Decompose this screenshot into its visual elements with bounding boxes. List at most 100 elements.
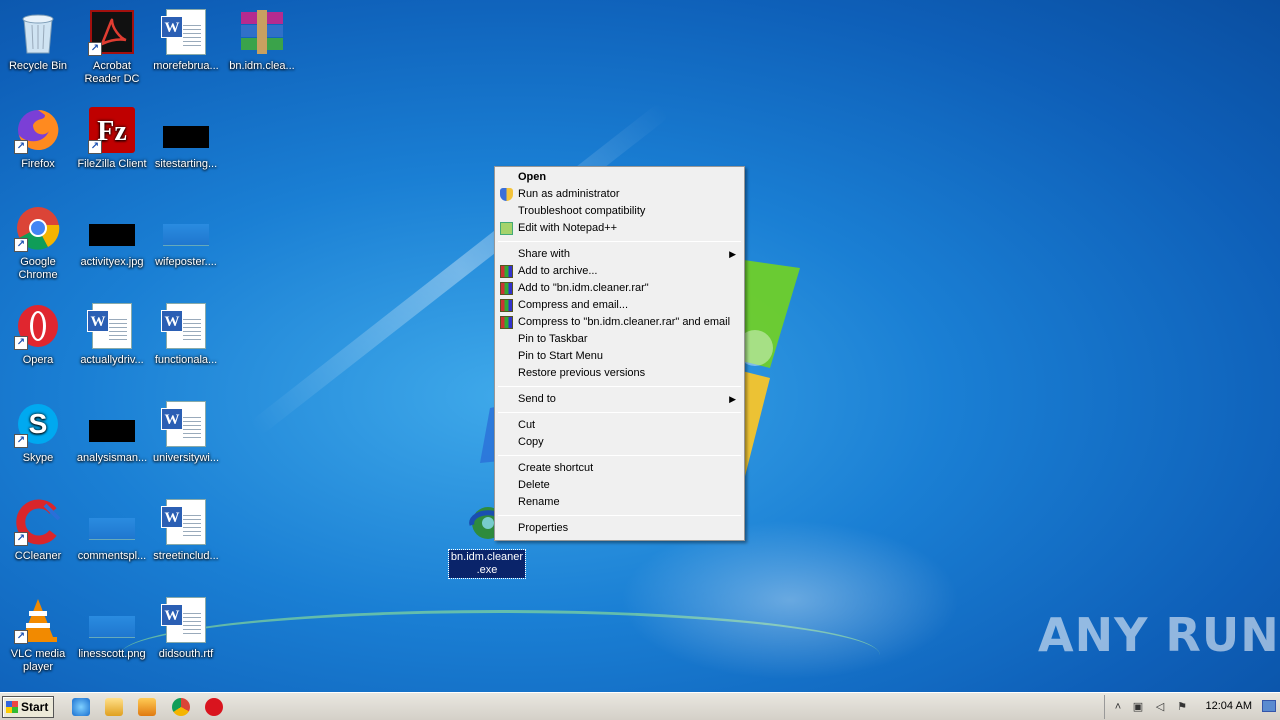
menu-item-troubleshoot-compatibility[interactable]: Troubleshoot compatibility [497, 203, 742, 220]
winrar-icon [500, 316, 513, 329]
menu-item-label: Properties [518, 522, 569, 534]
menu-item-label: Pin to Taskbar [518, 333, 588, 345]
menu-item-compress-and-email[interactable]: Compress and email... [497, 297, 742, 314]
recycle-bin-icon[interactable]: Recycle Bin [0, 8, 76, 73]
image-thumbnail-icon [88, 204, 136, 252]
menu-item-edit-with-notepadpp[interactable]: Edit with Notepad++ [497, 220, 742, 237]
menu-item-label: Add to "bn.idm.cleaner.rar" [518, 282, 649, 294]
menu-item-send-to[interactable]: Send to ▶ [497, 391, 742, 408]
icon-label: linesscott.png [78, 648, 146, 660]
media-player-icon[interactable] [138, 698, 156, 716]
icon-label: wifeposter.... [155, 256, 217, 268]
clock[interactable]: 12:04 AM [1206, 700, 1252, 712]
menu-item-delete[interactable]: Delete [497, 477, 742, 494]
chrome-shortcut[interactable]: ↗ Google Chrome [0, 204, 76, 282]
opera-shortcut[interactable]: ↗ Opera [0, 302, 76, 367]
menu-item-cut[interactable]: Cut [497, 417, 742, 434]
menu-item-pin-to-taskbar[interactable]: Pin to Taskbar [497, 331, 742, 348]
menu-item-label: Create shortcut [518, 462, 594, 474]
menu-item-create-shortcut[interactable]: Create shortcut [497, 460, 742, 477]
menu-item-label: Send to [518, 393, 556, 405]
bn-idm-clea-archive[interactable]: bn.idm.clea... [224, 8, 300, 73]
wallpaper-glow [620, 520, 960, 680]
acrobat-icon: ↗ [88, 8, 136, 56]
image-thumbnail-icon [162, 204, 210, 252]
shortcut-arrow-icon: ↗ [88, 140, 102, 154]
icon-label: analysisman... [76, 452, 148, 464]
icon-label: actuallydriv... [80, 354, 144, 366]
menu-item-pin-to-start-menu[interactable]: Pin to Start Menu [497, 348, 742, 365]
menu-item-label: Add to archive... [518, 265, 598, 277]
shortcut-arrow-icon: ↗ [14, 336, 28, 350]
filezilla-icon: Fz ↗ [88, 106, 136, 154]
morefebrua-file[interactable]: W morefebrua... [148, 8, 224, 73]
functionala-file[interactable]: W functionala... [148, 302, 224, 367]
acrobat-shortcut[interactable]: ↗ Acrobat Reader DC [74, 8, 150, 86]
menu-item-label: Copy [518, 436, 544, 448]
menu-separator [498, 386, 741, 387]
menu-item-label: Rename [518, 496, 560, 508]
menu-item-label: Pin to Start Menu [518, 350, 603, 362]
menu-item-label: Cut [518, 419, 536, 431]
universitywi-file[interactable]: W universitywi... [148, 400, 224, 465]
chrome-taskbar-icon[interactable] [172, 698, 190, 716]
image-thumbnail-icon [88, 596, 136, 644]
wifeposter-file[interactable]: wifeposter.... [148, 204, 224, 269]
icon-label: streetinclud... [153, 550, 219, 562]
menu-item-rename[interactable]: Rename [497, 494, 742, 511]
action-center-flag-icon[interactable]: ⚑ [1175, 700, 1189, 714]
start-button[interactable]: Start [2, 696, 54, 718]
shortcut-arrow-icon: ↗ [14, 630, 28, 644]
network-icon[interactable]: ▣ [1131, 700, 1145, 714]
menu-item-add-to-archive[interactable]: Add to archive... [497, 263, 742, 280]
menu-item-label: Compress and email... [518, 299, 629, 311]
icon-label: universitywi... [152, 452, 220, 464]
notepadpp-icon [500, 222, 513, 235]
winrar-archive-icon [238, 8, 286, 56]
menu-item-run-as-administrator[interactable]: Run as administrator [497, 186, 742, 203]
winrar-icon [500, 282, 513, 295]
analysisman-file[interactable]: analysisman... [74, 400, 150, 465]
image-thumbnail-icon [88, 400, 136, 448]
icon-label: Skype [22, 452, 54, 464]
taskbar: Start ˄ ▣ ◁ ⚑ 12:04 AM [0, 692, 1280, 720]
anyrun-watermark: ANY RUN [1038, 608, 1280, 662]
menu-item-copy[interactable]: Copy [497, 434, 742, 451]
streetinclud-file[interactable]: W streetinclud... [148, 498, 224, 563]
icon-label: bn.idm.clea... [229, 60, 295, 72]
menu-item-label: Edit with Notepad++ [518, 222, 618, 234]
vlc-shortcut[interactable]: ↗ VLC media player [0, 596, 76, 674]
show-desktop-button[interactable] [1262, 700, 1276, 712]
opera-taskbar-icon[interactable] [205, 698, 223, 716]
firefox-shortcut[interactable]: ↗ Firefox [0, 106, 76, 171]
submenu-arrow-icon: ▶ [729, 394, 736, 404]
filezilla-shortcut[interactable]: Fz ↗ FileZilla Client [74, 106, 150, 171]
chevron-up-icon[interactable]: ˄ [1111, 700, 1125, 714]
start-label: Start [21, 700, 49, 714]
activityex-file[interactable]: activityex.jpg [74, 204, 150, 269]
icon-label: Google Chrome [18, 256, 58, 281]
skype-shortcut[interactable]: S ↗ Skype [0, 400, 76, 465]
menu-item-share-with[interactable]: Share with ▶ [497, 246, 742, 263]
windows-flag-icon [6, 701, 18, 713]
commentspl-file[interactable]: commentspl... [74, 498, 150, 563]
icon-label: sitestarting... [154, 158, 218, 170]
icon-label: activityex.jpg [80, 256, 144, 268]
icon-label: CCleaner [14, 550, 62, 562]
menu-item-properties[interactable]: Properties [497, 520, 742, 537]
speaker-icon[interactable]: ◁ [1153, 700, 1167, 714]
menu-item-open[interactable]: Open [497, 169, 742, 186]
icon-label: Firefox [21, 158, 55, 170]
internet-explorer-icon[interactable] [72, 698, 90, 716]
menu-item-add-to-rar[interactable]: Add to "bn.idm.cleaner.rar" [497, 280, 742, 297]
folder-icon[interactable] [105, 698, 123, 716]
menu-item-label: Compress to "bn.idm.cleaner.rar" and ema… [518, 316, 731, 328]
menu-item-restore-previous-versions[interactable]: Restore previous versions [497, 365, 742, 382]
sitestarting-file[interactable]: sitestarting... [148, 106, 224, 171]
didsouth-file[interactable]: W didsouth.rtf [148, 596, 224, 661]
menu-item-compress-to-rar-and-email[interactable]: Compress to "bn.idm.cleaner.rar" and ema… [497, 314, 742, 331]
winrar-icon [500, 299, 513, 312]
ccleaner-shortcut[interactable]: ↗ CCleaner [0, 498, 76, 563]
linesscott-file[interactable]: linesscott.png [74, 596, 150, 661]
actuallydriv-file[interactable]: W actuallydriv... [74, 302, 150, 367]
